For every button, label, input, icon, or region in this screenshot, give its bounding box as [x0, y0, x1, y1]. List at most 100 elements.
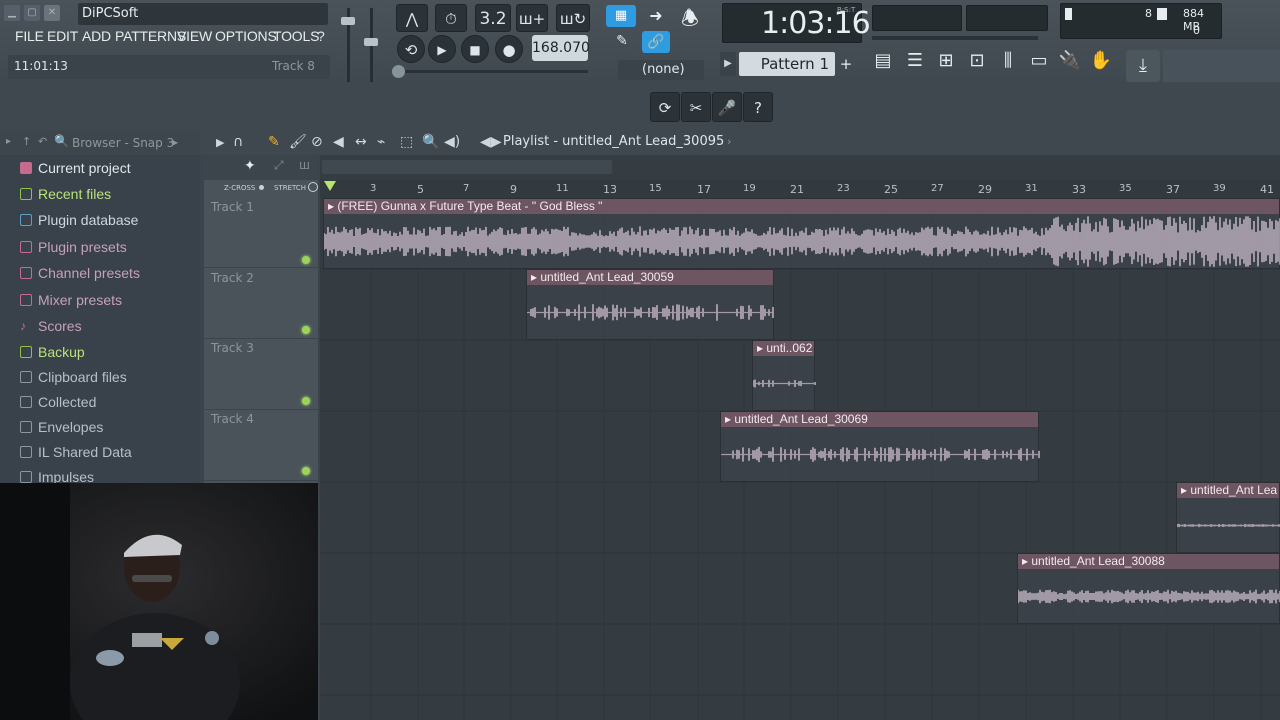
- step-sequencer-icon[interactable]: ⊡: [962, 50, 992, 80]
- menu-help[interactable]: ?: [317, 28, 325, 48]
- song-mode-arrow-icon[interactable]: ➜: [642, 5, 670, 27]
- draw-tool-icon[interactable]: ✎: [268, 134, 280, 150]
- playlist-menu-arrow-icon[interactable]: ▶: [216, 136, 224, 149]
- browser-item-clipboard-files[interactable]: Clipboard files: [20, 365, 200, 389]
- waveform-icon[interactable]: ✦: [244, 158, 256, 174]
- pencil-tool-icon[interactable]: ✎: [610, 33, 634, 53]
- step-edit-icon[interactable]: ш+: [516, 4, 548, 32]
- wait-record-icon[interactable]: ⏱: [435, 4, 467, 32]
- track-mute-led[interactable]: [302, 256, 310, 264]
- mixer-icon[interactable]: ⫼: [993, 50, 1023, 80]
- track-header-4[interactable]: Track 4: [204, 411, 318, 481]
- browser-search-icon[interactable]: 🔍: [54, 134, 69, 148]
- add-pattern-icon[interactable]: +: [837, 52, 855, 76]
- browser-item-channel-presets[interactable]: Channel presets: [20, 261, 200, 285]
- menu-patterns[interactable]: PATTERNS: [115, 28, 186, 48]
- browser-item-collected[interactable]: Collected: [20, 390, 200, 414]
- plugin-picker-icon[interactable]: 🔌: [1055, 50, 1085, 80]
- undo-history-icon[interactable]: ⟳: [650, 92, 680, 122]
- record-button[interactable]: ●: [495, 35, 523, 63]
- menu-file[interactable]: FILE: [15, 28, 44, 48]
- track-mute-led[interactable]: [302, 397, 310, 405]
- playlist-grid[interactable]: ▸ (FREE) Gunna x Future Type Beat - " Go…: [320, 198, 1280, 720]
- tempo-display[interactable]: 168.070: [532, 35, 590, 61]
- audio-input-icon[interactable]: 🎤: [712, 92, 742, 122]
- master-volume-handle[interactable]: [341, 17, 355, 25]
- zcross-dot[interactable]: [259, 185, 264, 190]
- menu-edit[interactable]: EDIT: [47, 28, 78, 48]
- track-keyboard-icon[interactable]: ш: [299, 158, 310, 172]
- channel-rack-icon[interactable]: ☰: [900, 50, 930, 80]
- minimize-icon[interactable]: ▁: [4, 5, 20, 21]
- link-icon[interactable]: 🔗: [642, 31, 670, 53]
- mute-tool-icon[interactable]: ◀: [333, 134, 344, 150]
- help-icon[interactable]: ?: [743, 92, 773, 122]
- close-icon[interactable]: ✕: [44, 5, 60, 21]
- track-mute-led[interactable]: [302, 467, 310, 475]
- track-mute-led[interactable]: [302, 326, 310, 334]
- maximize-icon[interactable]: ▢: [24, 5, 40, 21]
- link-tracks-icon[interactable]: ⤢: [274, 158, 284, 173]
- piano-roll-icon[interactable]: ⊞: [931, 50, 961, 80]
- stop-button[interactable]: ■: [461, 35, 489, 63]
- playhead-marker[interactable]: [324, 181, 336, 191]
- track-header-3[interactable]: Track 3: [204, 340, 318, 410]
- audio-clip-6[interactable]: ▸ untitled_Ant Lead_30088: [1017, 553, 1280, 624]
- browser-item-recent-files[interactable]: Recent files: [20, 182, 200, 206]
- playlist-nav-icon[interactable]: ◀▶: [480, 134, 502, 150]
- browser-item-mixer-presets[interactable]: Mixer presets: [20, 288, 200, 312]
- menu-view[interactable]: VIEW: [177, 28, 212, 48]
- browser-item-il-shared-data[interactable]: IL Shared Data: [20, 440, 200, 464]
- browser-item-plugin-presets[interactable]: Plugin presets: [20, 235, 200, 259]
- snap-value[interactable]: 3.2: [475, 4, 511, 32]
- browser-up-icon[interactable]: ↑: [22, 135, 31, 148]
- audio-clip-2[interactable]: ▸ untitled_Ant Lead_30059: [526, 269, 774, 340]
- browser-item-backup[interactable]: Backup: [20, 340, 200, 364]
- touch-controller-icon[interactable]: ✋: [1086, 50, 1116, 80]
- audio-clip-4[interactable]: ▸ untitled_Ant Lead_30069: [720, 411, 1040, 482]
- browser-collapse-icon[interactable]: ▸: [6, 136, 11, 147]
- magnet-snap-icon[interactable]: ∩: [233, 134, 243, 150]
- browser-item-current-project[interactable]: Current project: [20, 156, 200, 180]
- slice-tool-icon[interactable]: ⌁: [377, 134, 385, 150]
- playback-tool-icon[interactable]: ◀): [444, 134, 460, 150]
- browser-back-icon[interactable]: ↶: [38, 135, 47, 148]
- horizontal-scroll-track[interactable]: [320, 155, 1280, 180]
- song-position-slider[interactable]: [398, 70, 588, 73]
- pattern-select[interactable]: Pattern 1: [739, 52, 835, 76]
- play-button[interactable]: ▶: [428, 35, 456, 63]
- browser-item-envelopes[interactable]: Envelopes: [20, 415, 200, 439]
- pattern-mode-icon[interactable]: ▦: [606, 5, 636, 27]
- typing-keyboard-icon[interactable]: 🕭: [676, 4, 704, 36]
- menu-tools[interactable]: TOOLS: [273, 28, 319, 48]
- song-time-display[interactable]: 1:03:16 B:S:T: [722, 3, 871, 43]
- delete-tool-icon[interactable]: ⊘: [311, 134, 323, 150]
- pattern-prev-icon[interactable]: ▶: [720, 52, 736, 76]
- horizontal-scroll-thumb[interactable]: [322, 160, 612, 174]
- browser-item-plugin-database[interactable]: Plugin database: [20, 208, 200, 232]
- track-header-2[interactable]: Track 2: [204, 269, 318, 339]
- playlist-window-icon[interactable]: ▤: [868, 50, 898, 80]
- audio-clip-1[interactable]: ▸ (FREE) Gunna x Future Type Beat - " Go…: [323, 198, 1280, 269]
- cpu-memory-monitor[interactable]: 8 884 MB 0: [1060, 3, 1222, 39]
- download-icon[interactable]: ⤓: [1126, 50, 1160, 82]
- loop-mode-icon[interactable]: ⟲: [397, 35, 425, 63]
- audio-clip-5[interactable]: ▸ untitled_Ant Lea: [1176, 482, 1280, 553]
- browser-item-scores[interactable]: ♪ Scores: [20, 314, 200, 338]
- track-header-1[interactable]: Track 1: [204, 198, 318, 268]
- project-browser-icon[interactable]: ▭: [1024, 50, 1054, 80]
- loop-record-icon[interactable]: ш↻: [556, 4, 590, 32]
- timeline-ruler[interactable]: 3 5 7 9 11 13 15 17 19 21 23 25 27 29 31…: [320, 180, 1280, 198]
- cut-tool-icon[interactable]: ✂: [681, 92, 711, 122]
- slip-tool-icon[interactable]: ↔: [355, 134, 367, 150]
- paint-tool-icon[interactable]: 🖌: [289, 134, 307, 150]
- metronome-icon[interactable]: ⋀: [396, 4, 428, 32]
- menu-add[interactable]: ADD: [82, 28, 111, 48]
- select-tool-icon[interactable]: ⬚: [400, 134, 413, 150]
- audio-clip-3[interactable]: ▸ unti..062: [752, 340, 816, 411]
- mixer-target-select[interactable]: (none): [618, 60, 704, 80]
- browser-snap-icon[interactable]: ▸: [172, 135, 178, 149]
- master-pitch-handle[interactable]: [364, 38, 378, 46]
- stretch-toggle[interactable]: [308, 182, 318, 192]
- zoom-tool-icon[interactable]: 🔍: [422, 134, 439, 150]
